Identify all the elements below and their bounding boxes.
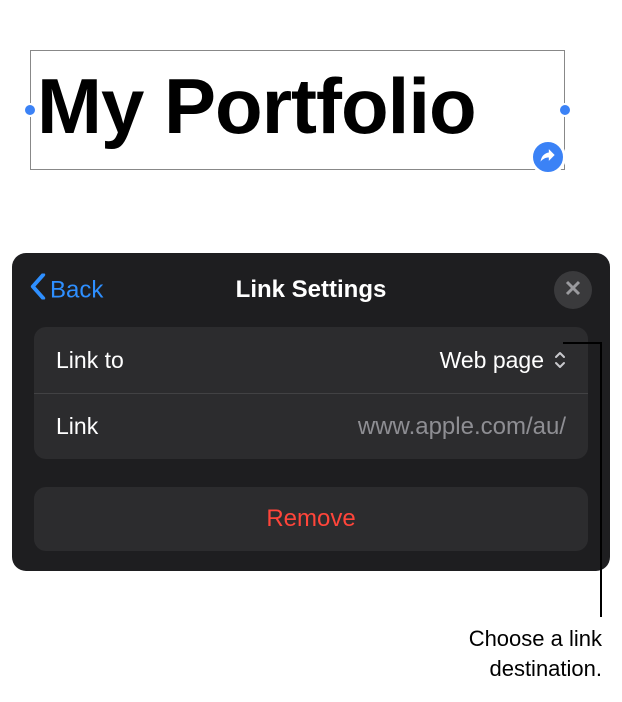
callout-leader-vertical (600, 342, 602, 617)
popover-header: Back Link Settings (12, 253, 610, 327)
close-button[interactable] (554, 271, 592, 309)
back-button[interactable]: Back (30, 274, 103, 307)
updown-chevron-icon (554, 351, 566, 369)
back-label: Back (50, 276, 103, 304)
textbox-content: My Portfolio (37, 67, 476, 145)
share-icon (538, 145, 558, 170)
remove-button[interactable]: Remove (34, 487, 588, 551)
resize-handle-left[interactable] (23, 103, 37, 117)
link-settings-popover: Back Link Settings Link to Web page (12, 253, 610, 571)
resize-handle-right[interactable] (558, 103, 572, 117)
link-to-label: Link to (56, 347, 124, 374)
link-to-row[interactable]: Link to Web page (34, 327, 588, 393)
close-icon (565, 280, 581, 301)
chevron-left-icon (30, 274, 50, 307)
callout-leader-horizontal (563, 342, 601, 344)
link-url-label: Link (56, 413, 98, 440)
callout-text: Choose a link destination. (469, 624, 602, 683)
link-to-value: Web page (440, 347, 544, 374)
link-url-placeholder: www.apple.com/au/ (358, 413, 566, 441)
link-indicator-badge[interactable] (530, 139, 566, 175)
link-settings-group: Link to Web page Link www.apple.com/au/ (34, 327, 588, 459)
remove-group: Remove (34, 487, 588, 551)
selected-textbox[interactable]: My Portfolio (30, 50, 565, 170)
link-url-row[interactable]: Link www.apple.com/au/ (34, 393, 588, 459)
remove-label: Remove (266, 505, 355, 533)
callout-line1: Choose a link (469, 624, 602, 654)
callout-line2: destination. (469, 654, 602, 684)
popover-title: Link Settings (236, 276, 387, 304)
